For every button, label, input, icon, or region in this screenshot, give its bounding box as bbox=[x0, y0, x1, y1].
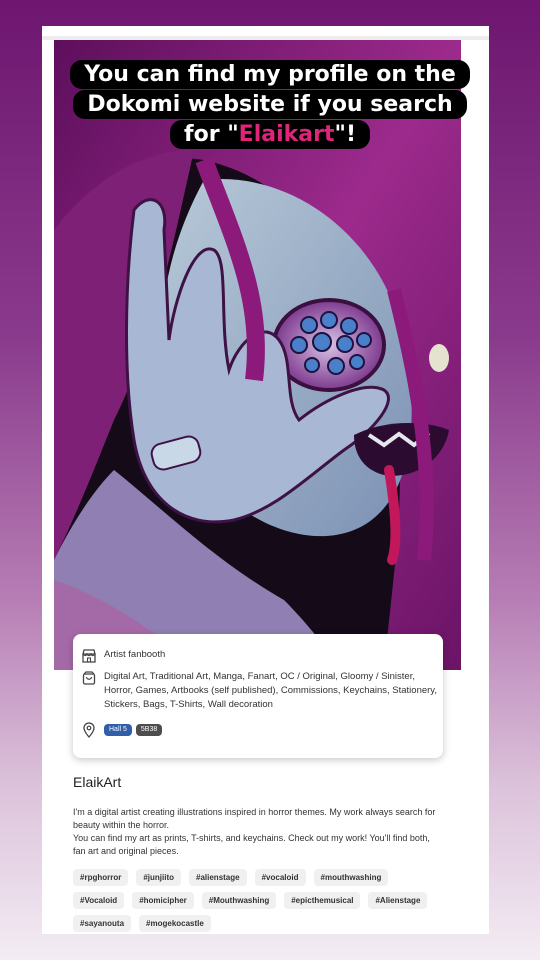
caption-line-3: for "Elaikart"! bbox=[170, 120, 370, 149]
caption-line-3-post: "! bbox=[334, 122, 356, 147]
exhibitor-description: I'm a digital artist creating illustrati… bbox=[73, 806, 443, 858]
caption-line-2: Dokomi website if you search bbox=[73, 90, 467, 119]
tag-chip[interactable]: #epicthemusical bbox=[284, 892, 361, 909]
description-paragraph-1: I'm a digital artist creating illustrati… bbox=[73, 807, 436, 830]
tag-chip[interactable]: #Alienstage bbox=[368, 892, 428, 909]
booth-type-label: Artist fanbooth bbox=[104, 649, 166, 660]
hall-badge[interactable]: Hall 5 bbox=[104, 724, 132, 736]
tag-chip[interactable]: #junjiito bbox=[136, 869, 182, 886]
categories-row: Digital Art, Traditional Art, Manga, Fan… bbox=[81, 670, 438, 712]
storefront-icon bbox=[81, 648, 97, 664]
exhibitor-page bbox=[42, 26, 489, 934]
tag-chip[interactable]: #alienstage bbox=[189, 869, 247, 886]
tag-chip[interactable]: #homicipher bbox=[132, 892, 194, 909]
caption-highlight: Elaikart bbox=[238, 122, 335, 147]
location-pin-icon bbox=[81, 722, 97, 738]
exhibitor-info-card: Artist fanbooth Digital Art, Traditional… bbox=[73, 634, 443, 758]
tag-chip[interactable]: #Mouthwashing bbox=[201, 892, 277, 909]
categories-text: Digital Art, Traditional Art, Manga, Fan… bbox=[104, 671, 437, 710]
caption-line-3-pre: for " bbox=[184, 122, 239, 147]
overlay-caption: You can find my profile on the Dokomi we… bbox=[0, 60, 540, 150]
description-paragraph-2: You can find my art as prints, T-shirts,… bbox=[73, 833, 430, 856]
tag-chip[interactable]: #mouthwashing bbox=[313, 869, 389, 886]
caption-line-1: You can find my profile on the bbox=[70, 60, 470, 89]
booth-badge[interactable]: 5B38 bbox=[135, 724, 163, 736]
shopping-bag-icon bbox=[81, 670, 97, 686]
tag-chip[interactable]: #Vocaloid bbox=[73, 892, 125, 909]
tag-list: #rpghorror #junjiito #alienstage #vocalo… bbox=[73, 869, 448, 938]
location-row: Hall 5 5B38 bbox=[81, 722, 166, 738]
tag-chip[interactable]: #mogekocastle bbox=[139, 915, 211, 932]
tag-chip[interactable]: #rpghorror bbox=[73, 869, 129, 886]
tag-chip[interactable]: #sayanouta bbox=[73, 915, 132, 932]
tag-chip[interactable]: #vocaloid bbox=[254, 869, 306, 886]
exhibitor-name: ElaikArt bbox=[73, 774, 122, 790]
booth-type-row: Artist fanbooth bbox=[81, 648, 165, 664]
